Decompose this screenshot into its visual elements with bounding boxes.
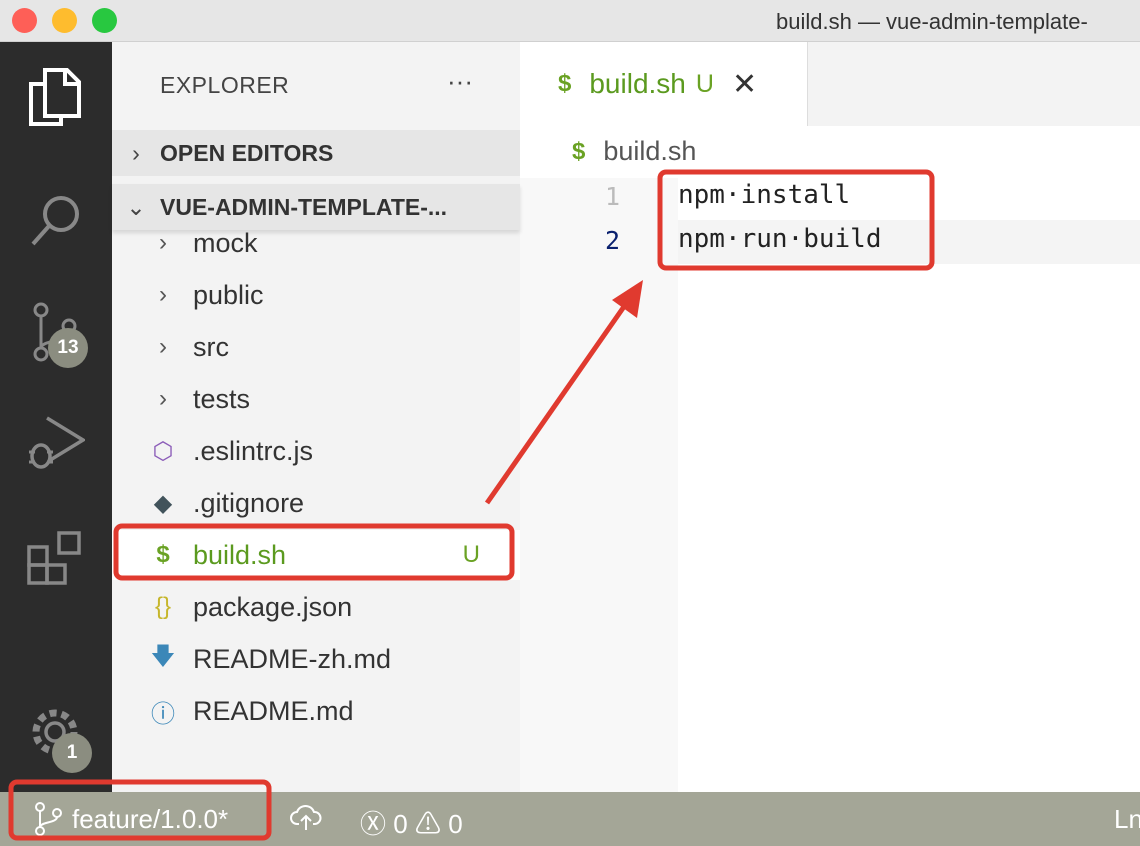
item-label: README-zh.md xyxy=(193,643,392,674)
run-debug-icon[interactable] xyxy=(20,407,90,477)
window-title: build.sh — vue-admin-template- xyxy=(776,9,1088,34)
item-label: .gitignore xyxy=(193,487,305,518)
code-line[interactable]: npm·run·build xyxy=(678,224,882,254)
breadcrumb-label: build.sh xyxy=(603,136,697,166)
shell-dollar-icon: $ xyxy=(558,70,572,97)
close-tab-icon[interactable]: ✕ xyxy=(732,67,757,102)
chevron-right-icon: › xyxy=(159,230,167,256)
cursor-position[interactable]: Ln xyxy=(1114,804,1140,835)
settings-gear-icon[interactable]: 1 xyxy=(20,697,92,773)
editor-area: $ build.sh U ✕ $ build.sh 1 2 npm·instal… xyxy=(520,42,1140,792)
chevron-right-icon: › xyxy=(159,385,167,412)
item-label: build.sh xyxy=(193,539,287,570)
cloud-upload-icon[interactable] xyxy=(290,802,322,839)
folder-section[interactable]: ⌄ VUE-ADMIN-TEMPLATE-... xyxy=(112,184,520,230)
branch-name[interactable]: feature/1.0.0* xyxy=(72,804,228,835)
tree-item-mock[interactable]: › mock xyxy=(112,230,520,268)
minimize-window-button[interactable] xyxy=(52,8,77,33)
section-label: VUE-ADMIN-TEMPLATE-... xyxy=(160,193,448,220)
shell-dollar-icon: $ xyxy=(572,137,586,165)
tab-bar: $ build.sh U ✕ xyxy=(520,42,1140,126)
breadcrumb[interactable]: $ build.sh xyxy=(572,136,696,167)
tree-item-tests[interactable]: › tests xyxy=(112,374,520,424)
line-number: 1 xyxy=(604,182,620,211)
tree-item-gitignore[interactable]: ◆ .gitignore xyxy=(112,478,520,528)
title-bar: build.sh — vue-admin-template- xyxy=(0,0,1140,42)
scm-badge: 13 xyxy=(48,328,88,368)
tree-item-package-json[interactable]: {} package.json xyxy=(112,582,520,632)
info-icon: ⓘ xyxy=(151,700,175,728)
download-arrow-icon: 🡇 xyxy=(150,642,176,670)
tree-item-readme-zh[interactable]: 🡇 README-zh.md xyxy=(112,634,520,684)
eslint-icon: ⬡ xyxy=(152,437,174,465)
branch-icon xyxy=(34,802,64,843)
line-number: 2 xyxy=(604,226,620,255)
warning-count: 0 xyxy=(448,809,463,839)
chevron-right-icon: › xyxy=(132,139,140,166)
tree-item-readme[interactable]: ⓘ README.md xyxy=(112,686,520,736)
tab-build-sh[interactable]: $ build.sh U ✕ xyxy=(520,42,808,126)
file-tree: › mock › public › src › tests ⬡ .eslintrc.js … xyxy=(112,230,520,792)
search-icon[interactable] xyxy=(20,187,90,257)
maximize-window-button[interactable] xyxy=(92,8,117,33)
git-icon: ◆ xyxy=(153,489,173,517)
item-label: README.md xyxy=(193,695,354,726)
extensions-icon[interactable] xyxy=(20,524,90,594)
chevron-down-icon: ⌄ xyxy=(126,193,146,220)
error-count: 0 xyxy=(393,809,408,839)
more-actions-button[interactable]: ··· xyxy=(447,66,473,97)
status-bar: feature/1.0.0* Ⓧ 0 ⚠ 0 Ln xyxy=(0,792,1140,846)
explorer-title: EXPLORER xyxy=(160,72,290,98)
item-label: .eslintrc.js xyxy=(193,435,314,466)
settings-badge: 1 xyxy=(52,733,92,773)
activity-bar: 13 1 xyxy=(0,42,112,792)
tree-item-src[interactable]: › src xyxy=(112,322,520,372)
shell-dollar-icon: $ xyxy=(156,541,170,568)
tree-item-build-sh[interactable]: $ build.sh U xyxy=(112,530,520,580)
code-line[interactable]: npm·install xyxy=(678,180,850,210)
item-label: src xyxy=(193,331,229,362)
tree-item-eslintrc[interactable]: ⬡ .eslintrc.js xyxy=(112,426,520,476)
chevron-right-icon: › xyxy=(159,281,167,308)
untracked-badge: U xyxy=(695,69,714,98)
source-control-icon[interactable]: 13 xyxy=(20,297,90,368)
chevron-right-icon: › xyxy=(159,333,167,360)
problems-indicator[interactable]: Ⓧ 0 ⚠ 0 xyxy=(360,804,463,841)
section-label: OPEN EDITORS xyxy=(160,139,334,166)
braces-icon: {} xyxy=(154,593,172,620)
warning-icon: ⚠ xyxy=(414,809,441,839)
tree-item-public[interactable]: › public xyxy=(112,270,520,320)
open-editors-section[interactable]: › OPEN EDITORS xyxy=(112,130,520,176)
line-number-gutter xyxy=(520,178,678,792)
explorer-icon[interactable] xyxy=(20,62,90,132)
close-window-button[interactable] xyxy=(12,8,37,33)
item-label: package.json xyxy=(193,591,353,622)
item-label: tests xyxy=(193,383,251,414)
tab-label: build.sh xyxy=(589,68,686,99)
item-label: public xyxy=(193,279,264,310)
explorer-sidebar: EXPLORER ··· › OPEN EDITORS ⌄ VUE-ADMIN-… xyxy=(112,42,520,792)
item-label: mock xyxy=(193,230,258,258)
untracked-badge: U xyxy=(462,541,480,568)
error-icon: Ⓧ xyxy=(360,809,387,839)
